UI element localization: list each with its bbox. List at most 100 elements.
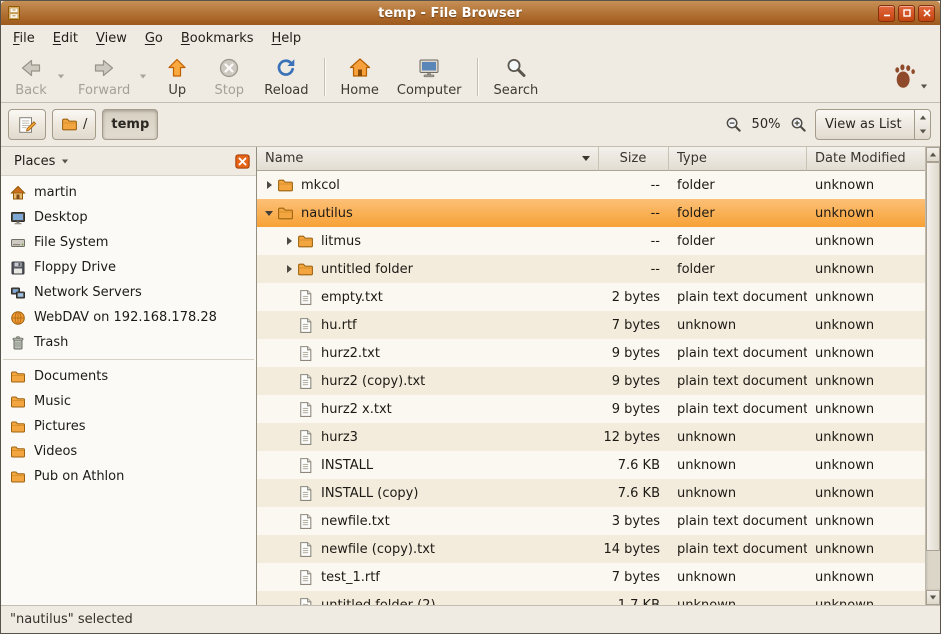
size-cell-text: 7.6 KB [618, 486, 660, 501]
type-cell: folder [669, 255, 807, 283]
file-row-test-1-rtf[interactable]: test_1.rtf7 bytesunknownunknown [257, 563, 925, 591]
sidebar-item-file-system[interactable]: File System [1, 230, 256, 255]
file-row-untitled-folder-2[interactable]: untitled folder (2)1.7 KBunknownunknown [257, 591, 925, 605]
file-row-litmus[interactable]: litmus--folderunknown [257, 227, 925, 255]
column-header-date-modified[interactable]: Date Modified [807, 147, 927, 171]
column-header-name[interactable]: Name [257, 147, 599, 171]
expander-collapsed[interactable] [261, 181, 277, 189]
file-row-install[interactable]: INSTALL7.6 KBunknownunknown [257, 451, 925, 479]
menu-edit[interactable]: Edit [44, 28, 87, 49]
column-header-type[interactable]: Type [669, 147, 807, 171]
chevron-down-icon [58, 75, 64, 79]
sidebar-item-martin[interactable]: martin [1, 180, 256, 205]
stop-label: Stop [215, 83, 245, 98]
file-row-mkcol[interactable]: mkcol--folderunknown [257, 171, 925, 199]
file-row-nautilus[interactable]: nautilus--folderunknown [257, 199, 925, 227]
sidebar-item-pub-on-athlon[interactable]: Pub on Athlon [1, 464, 256, 489]
sidebar-item-pictures[interactable]: Pictures [1, 414, 256, 439]
file-row-install-copy[interactable]: INSTALL (copy)7.6 KBunknownunknown [257, 479, 925, 507]
column-header-size[interactable]: Size [599, 147, 669, 171]
file-row-untitled-folder[interactable]: untitled folder--folderunknown [257, 255, 925, 283]
file-row-newfile-copy-txt[interactable]: newfile (copy).txt14 bytesplain text doc… [257, 535, 925, 563]
sidebar-item-videos[interactable]: Videos [1, 439, 256, 464]
gnome-logo-button[interactable] [889, 60, 936, 93]
up-button[interactable]: Up [151, 53, 203, 101]
size-cell-text: 9 bytes [612, 346, 660, 361]
view-mode-select[interactable]: View as List [815, 109, 931, 140]
titlebar[interactable]: temp - File Browser [1, 1, 940, 25]
sidebar-item-documents[interactable]: Documents [1, 364, 256, 389]
zoom-in-button[interactable] [788, 114, 809, 135]
menu-view[interactable]: View [87, 28, 136, 49]
view-mode-spinner[interactable] [914, 110, 930, 139]
size-cell: 14 bytes [599, 535, 669, 563]
reload-button[interactable]: Reload [255, 53, 317, 101]
minimize-button[interactable] [878, 5, 895, 22]
name-cell: hurz2.txt [257, 339, 599, 367]
file-row-hurz2-copy-txt[interactable]: hurz2 (copy).txt9 bytesplain text docume… [257, 367, 925, 395]
name-cell: empty.txt [257, 283, 599, 311]
drive-icon [10, 235, 26, 251]
home-label: Home [341, 83, 379, 98]
floppy-icon [10, 260, 26, 276]
file-row-hurz2-x-txt[interactable]: hurz2 x.txt9 bytesplain text documentunk… [257, 395, 925, 423]
scroll-down-button[interactable] [926, 590, 940, 605]
type-cell: folder [669, 199, 807, 227]
file-icon [297, 317, 314, 334]
zoom-out-button[interactable] [723, 114, 744, 135]
scrollbar-trough[interactable] [926, 162, 940, 590]
menu-file[interactable]: File [4, 28, 44, 49]
menu-bookmarks[interactable]: Bookmarks [172, 28, 263, 49]
spinner-up[interactable] [915, 110, 930, 125]
current-path-button[interactable]: temp [102, 109, 158, 140]
file-row-empty-txt[interactable]: empty.txt2 bytesplain text documentunkno… [257, 283, 925, 311]
home-button[interactable]: Home [332, 53, 388, 101]
sidebar-close-button[interactable] [235, 154, 250, 169]
type-cell: unknown [669, 311, 807, 339]
sidebar-item-desktop[interactable]: Desktop [1, 205, 256, 230]
file-row-hurz3[interactable]: hurz312 bytesunknownunknown [257, 423, 925, 451]
search-label: Search [494, 83, 539, 98]
sidebar-item-music[interactable]: Music [1, 389, 256, 414]
type-cell: plain text document [669, 367, 807, 395]
sidebar-item-network-servers[interactable]: Network Servers [1, 280, 256, 305]
scroll-up-button[interactable] [926, 147, 940, 162]
file-icon [297, 289, 314, 306]
back-history-dropdown [57, 53, 69, 101]
up-label: Up [168, 83, 186, 98]
file-name: untitled folder [321, 262, 413, 277]
sidebar-item-floppy-drive[interactable]: Floppy Drive [1, 255, 256, 280]
menu-help[interactable]: Help [263, 28, 311, 49]
file-name: untitled folder (2) [321, 598, 436, 606]
maximize-button[interactable] [898, 5, 915, 22]
size-cell-text: 9 bytes [612, 374, 660, 389]
file-row-newfile-txt[interactable]: newfile.txt3 bytesplain text documentunk… [257, 507, 925, 535]
sidebar-mode-select[interactable]: Places [7, 151, 76, 172]
computer-button[interactable]: Computer [388, 53, 471, 101]
sidebar-item-webdav-on-192-168-178-28[interactable]: WebDAV on 192.168.178.28 [1, 305, 256, 330]
scrollbar-thumb[interactable] [926, 162, 940, 551]
spinner-down[interactable] [915, 125, 930, 140]
expander-collapsed[interactable] [281, 265, 297, 273]
search-icon [504, 56, 528, 80]
sidebar-item-trash[interactable]: Trash [1, 330, 256, 355]
root-path-button[interactable]: / [52, 109, 96, 140]
date-modified-cell: unknown [807, 255, 925, 283]
window-controls [878, 5, 935, 22]
file-row-hu-rtf[interactable]: hu.rtf7 bytesunknownunknown [257, 311, 925, 339]
expander-collapsed[interactable] [281, 237, 297, 245]
search-button[interactable]: Search [485, 53, 548, 101]
zoom-level: 50% [750, 117, 782, 132]
close-button[interactable] [918, 5, 935, 22]
file-name: test_1.rtf [321, 570, 380, 585]
menu-go[interactable]: Go [136, 28, 172, 49]
toggle-location-entry-button[interactable] [8, 109, 46, 140]
date-modified-cell: unknown [807, 507, 925, 535]
type-cell: plain text document [669, 535, 807, 563]
expander-expanded[interactable] [261, 211, 277, 216]
date-modified-cell-text: unknown [815, 262, 874, 277]
vertical-scrollbar[interactable] [925, 147, 940, 605]
date-modified-cell-text: unknown [815, 570, 874, 585]
file-name: INSTALL [321, 458, 373, 473]
file-row-hurz2-txt[interactable]: hurz2.txt9 bytesplain text documentunkno… [257, 339, 925, 367]
